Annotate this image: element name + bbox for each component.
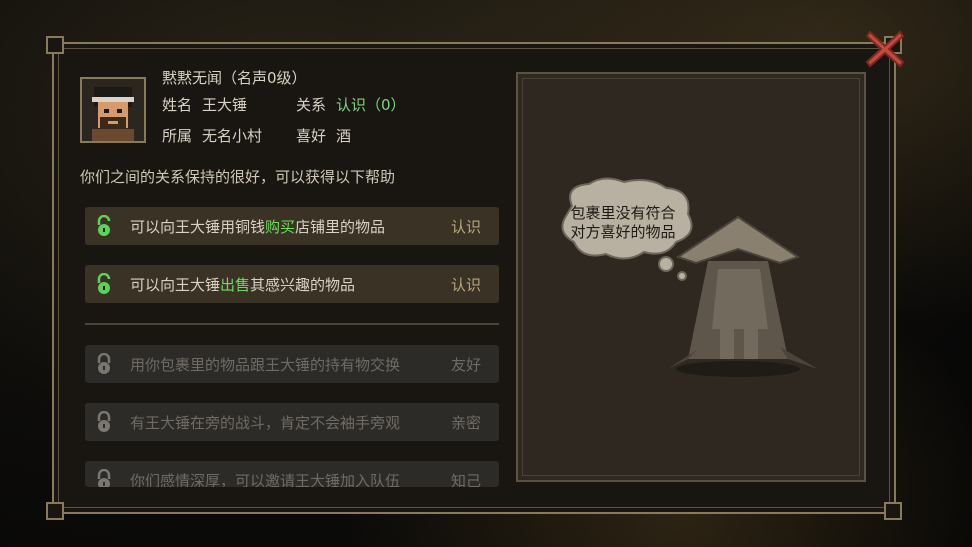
- perk-tier: 认识: [450, 276, 481, 294]
- section-divider: [85, 323, 499, 325]
- perk-text: 可以向王大锤出售其感兴趣的物品: [130, 276, 356, 294]
- npc-portrait-icon: [82, 79, 144, 141]
- bubble-line: 对方喜好的物品: [570, 223, 676, 241]
- unlocked-padlock-icon: [97, 215, 111, 236]
- home-label: 所属: [162, 127, 193, 145]
- bubble-message: 包裹里没有符合 对方喜好的物品: [561, 204, 685, 242]
- locked-padlock-icon: [97, 353, 111, 374]
- perk-trade[interactable]: 用你包裹里的物品跟王大锤的持有物交换 友好: [85, 345, 499, 383]
- perk-text: 有王大锤在旁的战斗，肯定不会袖手旁观: [130, 414, 401, 432]
- hobby-label: 喜好: [296, 127, 327, 145]
- perk-tier: 知己: [450, 472, 481, 487]
- perk-recruit[interactable]: 你们感情深厚，可以邀请王大锤加入队伍 知己: [85, 461, 499, 487]
- relation-value: 认识（0）: [336, 96, 406, 114]
- perk-tier: 认识: [450, 218, 481, 236]
- close-button[interactable]: [864, 28, 906, 70]
- frame-corner: [46, 502, 64, 520]
- npc-silhouette-icon: [668, 215, 818, 377]
- home-value: 无名小村: [202, 127, 263, 145]
- reputation-title: 黙黙无闻（名声0级）: [162, 69, 307, 87]
- perk-buy[interactable]: 可以向王大锤用铜钱购买店铺里的物品 认识: [85, 207, 499, 245]
- hobby-value: 酒: [336, 127, 352, 145]
- perk-tier: 友好: [450, 356, 481, 374]
- perk-assist[interactable]: 有王大锤在旁的战斗，肯定不会袖手旁观 亲密: [85, 403, 499, 441]
- perk-text: 用你包裹里的物品跟王大锤的持有物交换: [130, 356, 401, 374]
- perk-text: 可以向王大锤用铜钱购买店铺里的物品: [130, 218, 386, 236]
- locked-padlock-icon: [97, 469, 111, 487]
- locked-padlock-icon: [97, 411, 111, 432]
- frame-corner: [46, 36, 64, 54]
- name-label: 姓名: [162, 96, 193, 114]
- perk-sell[interactable]: 可以向王大锤出售其感兴趣的物品 认识: [85, 265, 499, 303]
- bubble-line: 包裹里没有符合: [570, 204, 676, 222]
- npc-avatar: [80, 77, 146, 143]
- relationship-hint: 你们之间的关系保持的很好，可以获得以下帮助: [80, 168, 396, 186]
- close-x-icon: [865, 30, 905, 68]
- item-gift-panel: 包裹里没有符合 对方喜好的物品: [516, 72, 866, 482]
- perk-text: 你们感情深厚，可以邀请王大锤加入队伍: [130, 472, 401, 487]
- relation-label: 关系: [296, 96, 327, 114]
- name-value: 王大锤: [202, 96, 248, 114]
- unlocked-padlock-icon: [97, 273, 111, 294]
- frame-corner: [884, 502, 902, 520]
- perk-tier: 亲密: [450, 414, 481, 432]
